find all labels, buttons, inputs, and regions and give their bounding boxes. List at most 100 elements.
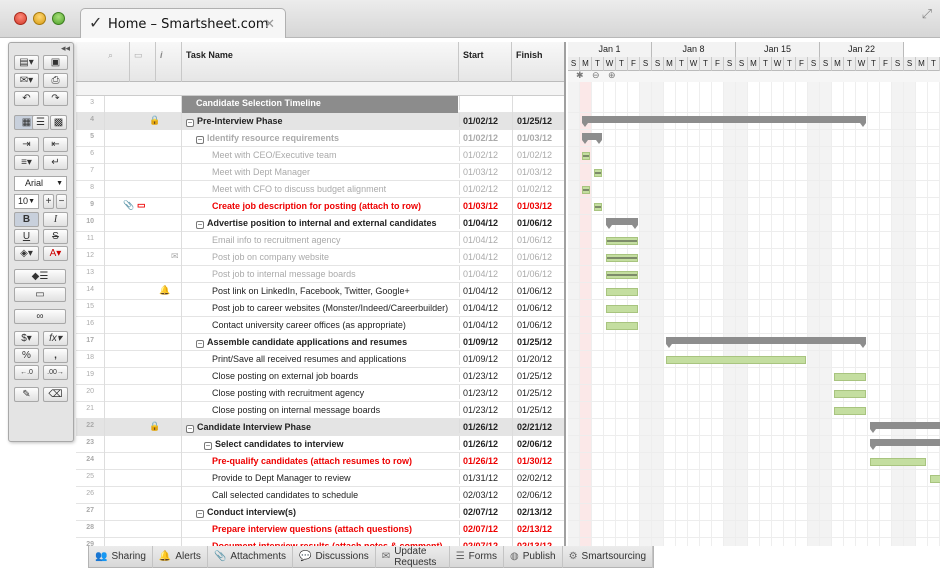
collapse-icon[interactable]: − [204,442,212,450]
finish-date-cell[interactable]: 01/25/12 [512,402,564,419]
finish-date-cell[interactable]: 02/21/12 [512,419,564,436]
redo-icon[interactable]: ↷ [43,91,68,106]
row-number[interactable]: 11 [76,235,94,242]
gantt-task-bar[interactable] [594,169,602,177]
table-row[interactable]: 18 Print/Save all received resumes and ap… [76,351,564,368]
collapse-icon[interactable]: − [186,425,194,433]
gantt-task-bar[interactable] [594,203,602,211]
gantt-task-bar[interactable] [930,475,940,483]
bold-button[interactable]: B [14,212,39,227]
task-name-cell[interactable]: Create job description for posting (atta… [182,201,458,211]
start-date-cell[interactable]: 01/23/12 [459,385,512,399]
table-row[interactable]: 5− Identify resource requirements 01/02/12… [76,130,564,147]
table-row[interactable]: 11 Email info to recruitment agency 01/04/… [76,232,564,249]
bottom-tab-smartsourcing[interactable]: ⚙ Smartsourcing [563,545,653,568]
print-icon[interactable]: ⎙ [43,73,68,88]
gantt-task-bar[interactable] [606,322,638,330]
gantt-task-bar[interactable] [606,254,638,262]
row-number[interactable]: 26 [76,490,94,497]
table-row[interactable]: 24 Pre-qualify candidates (attach resumes… [76,453,564,470]
bottom-tab-discussions[interactable]: 💬 Discussions [293,545,376,568]
save-icon[interactable]: ▣ [43,55,68,70]
start-date-cell[interactable]: 01/04/12 [459,317,512,331]
task-name-cell[interactable]: Post link on LinkedIn, Facebook, Twitter… [182,286,458,296]
text-color-icon[interactable]: A▾ [43,246,68,261]
task-name-cell[interactable]: − Assemble candidate applications and res… [182,337,458,348]
clear-format-icon[interactable]: ⌫ [43,387,68,402]
table-row[interactable]: 27− Conduct interview(s) 02/07/12 02/13/12 [76,504,564,521]
row-number[interactable]: 19 [76,371,94,378]
row-number[interactable]: 27 [76,507,94,514]
table-row[interactable]: 8 Meet with CFO to discuss budget alignme… [76,181,564,198]
underline-button[interactable]: U [14,229,39,244]
row-number[interactable]: 23 [76,439,94,446]
gantt-task-bar[interactable] [606,237,638,245]
row-number[interactable]: 14 [76,286,94,293]
row-number[interactable]: 5 [76,133,94,140]
table-row[interactable]: 26 Call selected candidates to schedule 02… [76,487,564,504]
table-row[interactable]: 12 ✉ Post job on company website 01/04/12 01… [76,249,564,266]
zoom-in-icon[interactable]: ⊕ [608,70,616,81]
font-size-select[interactable]: 10 ▼ [14,194,39,209]
start-header[interactable]: Start [459,42,512,82]
start-date-cell[interactable]: 01/03/12 [459,164,512,178]
finish-date-cell[interactable] [512,96,564,113]
finish-date-cell[interactable]: 01/06/12 [512,317,564,334]
start-date-cell[interactable]: 01/31/12 [459,470,512,484]
table-row[interactable]: 16 Contact university career offices (as … [76,317,564,334]
undo-icon[interactable]: ↶ [14,91,39,106]
gantt-task-bar[interactable] [834,407,866,415]
start-date-cell[interactable]: 01/26/12 [459,419,512,433]
row-number[interactable]: 21 [76,405,94,412]
bell-icon[interactable]: 🔔 [159,285,170,296]
task-name-cell[interactable]: Pre-qualify candidates (attach resumes t… [182,456,458,466]
outdent-icon[interactable]: ⇤ [43,137,68,152]
bottom-tab-publish[interactable]: ◍ Publish [504,545,563,568]
bottom-tab-alerts[interactable]: 🔔 Alerts [153,545,208,568]
start-date-cell[interactable]: 01/04/12 [459,215,512,229]
highlight-changes-icon[interactable]: ▭ [14,287,66,302]
fullscreen-icon[interactable]: ⤢ [922,6,932,22]
start-date-cell[interactable]: 01/04/12 [459,283,512,297]
gantt-summary-bar[interactable] [666,337,866,348]
task-name-cell[interactable]: Email info to recruitment agency [182,235,458,245]
start-date-cell[interactable]: 01/04/12 [459,249,512,263]
bottom-tab-forms[interactable]: ☰ Forms [450,545,505,568]
conditional-format-icon[interactable]: ◆☰ [14,269,66,284]
gantt-summary-bar[interactable] [606,218,638,229]
finish-date-cell[interactable]: 01/06/12 [512,266,564,283]
decrease-font-icon[interactable]: − [56,194,67,209]
finish-date-cell[interactable]: 01/06/12 [512,249,564,266]
finish-date-cell[interactable]: 02/06/12 [512,487,564,504]
start-date-cell[interactable] [459,96,512,110]
gantt-summary-bar[interactable] [582,116,866,127]
table-row[interactable]: 25 Provide to Dept Manager to review 01/31… [76,470,564,487]
finish-date-cell[interactable]: 01/02/12 [512,181,564,198]
new-sheet-button[interactable]: ▤▾ [14,55,39,70]
start-date-cell[interactable]: 01/02/12 [459,130,512,144]
row-number[interactable]: 6 [76,150,94,157]
collapse-toolbar-icon[interactable]: ◂◂ [61,43,70,54]
task-name-cell[interactable]: Close posting on external job boards [182,371,458,381]
italic-button[interactable]: I [43,212,68,227]
task-name-cell[interactable]: Prepare interview questions (attach ques… [182,524,458,534]
finish-date-cell[interactable]: 01/06/12 [512,300,564,317]
gantt-task-bar[interactable] [606,305,638,313]
task-name-cell[interactable]: Print/Save all received resumes and appl… [182,354,458,364]
task-name-cell[interactable]: − Select candidates to interview [182,439,458,450]
row-number[interactable]: 17 [76,337,94,344]
gantt-view-icon[interactable]: ☰ [32,115,49,130]
finish-date-cell[interactable]: 01/30/12 [512,453,564,470]
table-row[interactable]: 4 🔒 − Pre-Interview Phase 01/02/12 01/25/12 [76,113,564,130]
formula-button[interactable]: fx▾ [43,331,68,346]
hyperlink-icon[interactable]: ∞ [14,309,66,324]
zoom-out-icon[interactable]: ⊖ [592,70,600,81]
task-name-cell[interactable]: Meet with Dept Manager [182,167,458,177]
start-date-cell[interactable]: 02/07/12 [459,521,512,535]
decrease-decimal-icon[interactable]: ←.0 [14,365,39,380]
table-row[interactable]: 19 Close posting on external job boards 01… [76,368,564,385]
table-row[interactable]: 3 Candidate Selection Timeline [76,96,564,113]
indent-icon[interactable]: ⇥ [14,137,39,152]
finish-date-cell[interactable]: 01/06/12 [512,232,564,249]
row-number[interactable]: 18 [76,354,94,361]
